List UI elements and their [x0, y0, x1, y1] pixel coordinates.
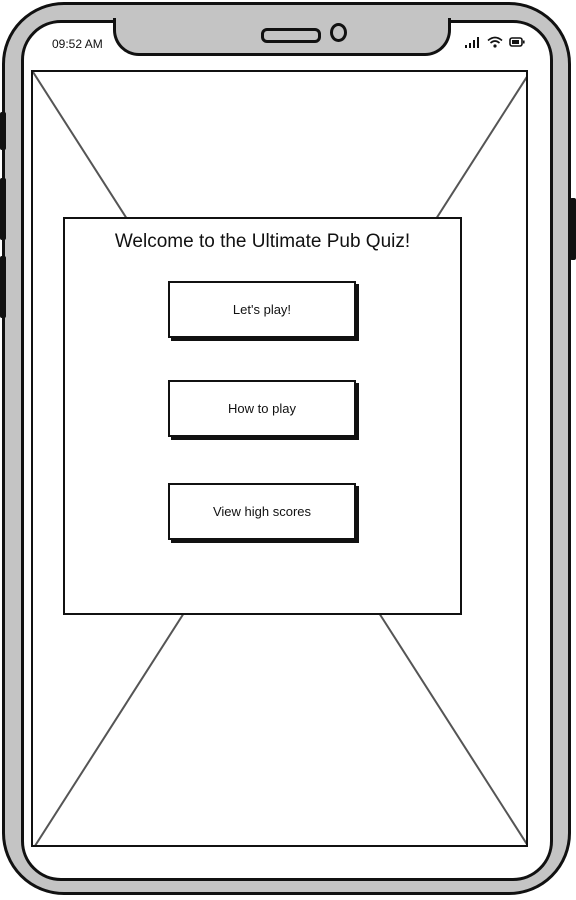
lets-play-button[interactable]: Let's play! [168, 281, 356, 338]
wifi-icon [487, 36, 503, 48]
status-icons [465, 36, 525, 48]
view-high-scores-button[interactable]: View high scores [168, 483, 356, 540]
battery-icon [509, 37, 525, 47]
phone-notch [113, 18, 451, 56]
side-button-left-bottom [0, 256, 6, 318]
modal-title: Welcome to the Ultimate Pub Quiz! [114, 231, 411, 252]
side-button-left-middle [0, 178, 6, 240]
status-time: 09:52 AM [52, 37, 103, 51]
side-button-left-top [0, 112, 6, 150]
phone-wireframe: 09:52 AM Welcome to the Ultimate Pub Qui… [0, 0, 576, 900]
signal-icon [465, 36, 479, 48]
how-to-play-button[interactable]: How to play [168, 380, 356, 437]
side-button-right [570, 198, 576, 260]
front-camera [330, 23, 347, 42]
welcome-modal: Welcome to the Ultimate Pub Quiz! Let's … [63, 217, 462, 615]
speaker-grille [261, 28, 321, 43]
